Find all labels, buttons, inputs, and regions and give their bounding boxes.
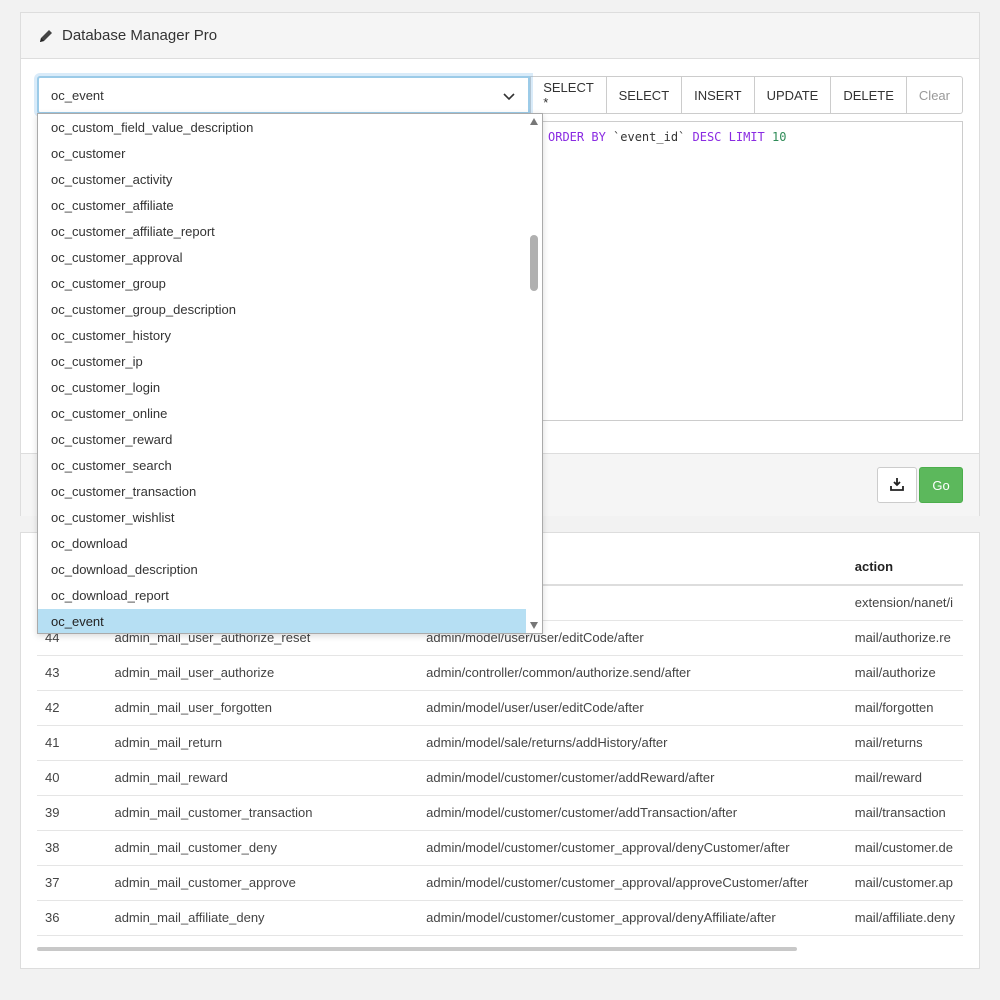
table-select-value: oc_event (51, 87, 104, 103)
table-cell: admin/model/customer/customer_approval/d… (418, 830, 847, 866)
table-cell: admin_mail_user_authorize (106, 655, 419, 691)
table-cell: mail/authorize.re (846, 620, 963, 656)
sql-column: `event_id` (605, 130, 693, 144)
table-row: 37 admin_mail_customer_approve admin/model… (37, 865, 963, 901)
table-cell: 43 (37, 655, 107, 691)
sql-number: 10 (764, 130, 787, 144)
dropdown-options: oc_custom_field_value_description oc_cust… (38, 115, 527, 633)
table-row: 40 admin_mail_reward admin/model/customer/… (37, 760, 963, 796)
scroll-down-arrow-icon[interactable] (530, 622, 538, 629)
dropdown-option[interactable]: oc_download_description (38, 557, 527, 583)
table-cell: mail/transaction (846, 795, 963, 831)
go-button[interactable]: Go (919, 467, 963, 503)
table-row: 39 admin_mail_customer_transaction admin/m… (37, 795, 963, 831)
delete-button[interactable]: DELETE (831, 76, 907, 114)
pencil-icon (37, 27, 55, 45)
table-cell: mail/customer.ap (846, 865, 963, 901)
table-cell: 42 (37, 690, 107, 726)
table-cell: 36 (37, 900, 107, 936)
export-button[interactable] (877, 467, 917, 503)
table-row: 36 admin_mail_affiliate_deny admin/model/c… (37, 900, 963, 936)
table-dropdown-list: oc_custom_field_value_description oc_cust… (37, 113, 543, 634)
table-cell: mail/authorize (846, 655, 963, 691)
dropdown-option[interactable]: oc_customer (38, 141, 527, 167)
table-cell: mail/customer.de (846, 830, 963, 866)
select-button[interactable]: SELECT (606, 76, 683, 114)
table-cell: mail/reward (846, 760, 963, 796)
table-cell: admin_mail_customer_approve (106, 865, 419, 901)
sql-keyword: ORDER BY (548, 130, 606, 144)
table-cell: admin_mail_reward (106, 760, 419, 796)
table-cell: 38 (37, 830, 107, 866)
dropdown-option[interactable]: oc_customer_affiliate (38, 193, 527, 219)
sql-text: ORDER BY `event_id` DESC LIMIT 10 (548, 130, 786, 144)
table-cell: admin/model/customer/customer/addTransac… (418, 795, 847, 831)
table-cell: 40 (37, 760, 107, 796)
chevron-down-icon (502, 89, 516, 103)
table-cell: admin/model/customer/customer/addReward/… (418, 760, 847, 796)
dropdown-option[interactable]: oc_customer_wishlist (38, 505, 527, 531)
scroll-thumb[interactable] (530, 235, 538, 291)
table-cell: admin_mail_affiliate_deny (106, 900, 419, 936)
dropdown-scrollbar[interactable] (526, 114, 542, 633)
table-row: 41 admin_mail_return admin/model/sale/retu… (37, 725, 963, 761)
dropdown-option[interactable]: oc_download (38, 531, 527, 557)
table-cell: admin_mail_user_forgotten (106, 690, 419, 726)
table-cell: admin/model/sale/returns/addHistory/afte… (418, 725, 847, 761)
dropdown-option[interactable]: oc_customer_reward (38, 427, 527, 453)
table-row: 42 admin_mail_user_forgotten admin/model/u… (37, 690, 963, 726)
dropdown-option[interactable]: oc_customer_history (38, 323, 527, 349)
sql-keyword-2: DESC LIMIT (692, 130, 765, 144)
horizontal-scrollbar[interactable] (37, 947, 797, 951)
table-cell: admin/model/customer/customer_approval/d… (418, 900, 847, 936)
query-buttons: SELECT * SELECT INSERT UPDATE DELETE Cle… (530, 76, 963, 114)
table-cell: 39 (37, 795, 107, 831)
column-header-action[interactable]: action (846, 549, 963, 586)
table-row: 38 admin_mail_customer_deny admin/model/cu… (37, 830, 963, 866)
dropdown-option[interactable]: oc_customer_search (38, 453, 527, 479)
dropdown-option[interactable]: oc_customer_ip (38, 349, 527, 375)
app-title: Database Manager Pro (62, 27, 218, 44)
select-all-button[interactable]: SELECT * (530, 76, 607, 114)
table-cell: admin/model/customer/customer_approval/a… (418, 865, 847, 901)
dropdown-option[interactable]: oc_download_report (38, 583, 527, 609)
table-cell: extension/nanet/i (846, 585, 963, 621)
table-cell: 37 (37, 865, 107, 901)
table-cell: 41 (37, 725, 107, 761)
table-cell: admin/controller/common/authorize.send/a… (418, 655, 847, 691)
dropdown-option[interactable]: oc_customer_group_description (38, 297, 527, 323)
toolbar: oc_event SELECT * SELECT INSERT UPDATE D… (37, 76, 963, 114)
table-row: 43 admin_mail_user_authorize admin/control… (37, 655, 963, 691)
dropdown-option[interactable]: oc_customer_activity (38, 167, 527, 193)
dropdown-option[interactable]: oc_customer_login (38, 375, 527, 401)
dropdown-option[interactable]: oc_customer_online (38, 401, 527, 427)
download-icon (890, 477, 904, 494)
dropdown-option[interactable]: oc_customer_approval (38, 245, 527, 271)
clear-button[interactable]: Clear (906, 76, 963, 114)
dropdown-option[interactable]: oc_custom_field_value_description (38, 115, 527, 141)
table-cell: admin_mail_return (106, 725, 419, 761)
dropdown-option[interactable]: oc_customer_group (38, 271, 527, 297)
table-cell: mail/forgotten (846, 690, 963, 726)
table-cell: admin/model/user/user/editCode/after (418, 690, 847, 726)
table-cell: mail/affiliate.deny (846, 900, 963, 936)
dropdown-option[interactable]: oc_event (38, 609, 527, 633)
table-cell: admin_mail_customer_transaction (106, 795, 419, 831)
table-select[interactable]: oc_event (37, 76, 531, 114)
table-cell: admin_mail_customer_deny (106, 830, 419, 866)
dropdown-option[interactable]: oc_customer_transaction (38, 479, 527, 505)
update-button[interactable]: UPDATE (754, 76, 832, 114)
scroll-up-arrow-icon[interactable] (530, 118, 538, 125)
table-cell: mail/returns (846, 725, 963, 761)
dropdown-option[interactable]: oc_customer_affiliate_report (38, 219, 527, 245)
insert-button[interactable]: INSERT (682, 76, 755, 114)
panel-heading: Database Manager Pro (21, 13, 979, 59)
